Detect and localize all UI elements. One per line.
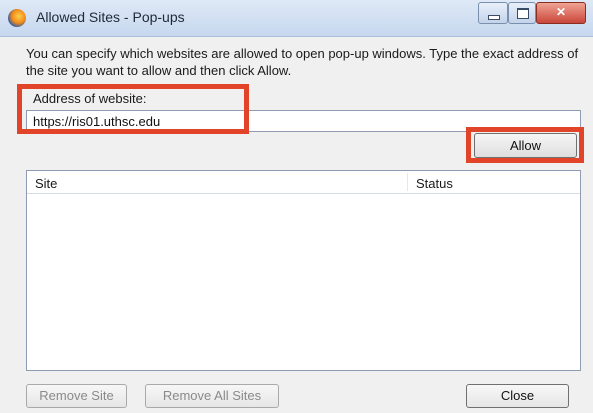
window-title: Allowed Sites - Pop-ups — [36, 9, 185, 25]
maximize-button[interactable] — [508, 2, 536, 24]
close-window-button[interactable]: ✕ — [536, 2, 586, 24]
allowed-sites-dialog: Allowed Sites - Pop-ups ✕ You can specif… — [0, 0, 593, 413]
address-input[interactable]: https://ris01.uthsc.edu — [26, 110, 581, 132]
instructions-text: You can specify which websites are allow… — [26, 46, 579, 78]
firefox-icon — [8, 9, 26, 27]
title-bar[interactable]: Allowed Sites - Pop-ups ✕ — [0, 0, 593, 37]
close-button[interactable]: Close — [466, 384, 569, 408]
minimize-button[interactable] — [478, 2, 508, 24]
minimize-icon — [488, 15, 500, 20]
column-header-status[interactable]: Status — [416, 176, 453, 191]
remove-all-sites-button[interactable]: Remove All Sites — [145, 384, 279, 408]
site-list[interactable]: Site Status — [26, 170, 581, 371]
column-divider — [407, 173, 408, 191]
column-header-site[interactable]: Site — [35, 176, 57, 191]
close-icon: ✕ — [555, 5, 567, 19]
maximize-icon — [517, 8, 529, 19]
remove-site-button[interactable]: Remove Site — [26, 384, 127, 408]
site-list-header: Site Status — [27, 171, 580, 194]
allow-button[interactable]: Allow — [474, 133, 577, 158]
address-label: Address of website: — [33, 91, 147, 106]
